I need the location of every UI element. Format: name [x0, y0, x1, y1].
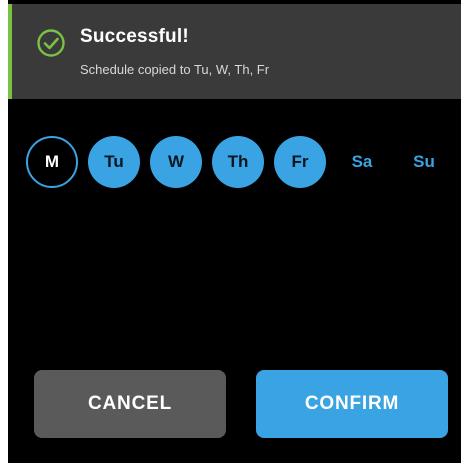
day-wednesday[interactable]: W — [150, 136, 202, 188]
day-sunday[interactable]: Su — [398, 136, 450, 188]
toast-title: Successful! — [80, 26, 189, 47]
confirm-button[interactable]: CONFIRM — [256, 370, 448, 438]
copy-schedule-screen: Successful! Schedule copied to Tu, W, Th… — [0, 0, 461, 463]
toast-message: Schedule copied to Tu, W, Th, Fr — [80, 62, 270, 77]
cancel-button[interactable]: CANCEL — [34, 370, 226, 438]
success-toast: Successful! Schedule copied to Tu, W, Th… — [8, 4, 461, 99]
check-circle-icon — [37, 29, 65, 57]
day-selector: M Tu W Th Fr Sa Su — [26, 136, 456, 190]
day-thursday[interactable]: Th — [212, 136, 264, 188]
day-tuesday[interactable]: Tu — [88, 136, 140, 188]
day-friday[interactable]: Fr — [274, 136, 326, 188]
day-monday[interactable]: M — [26, 136, 78, 188]
day-saturday[interactable]: Sa — [336, 136, 388, 188]
